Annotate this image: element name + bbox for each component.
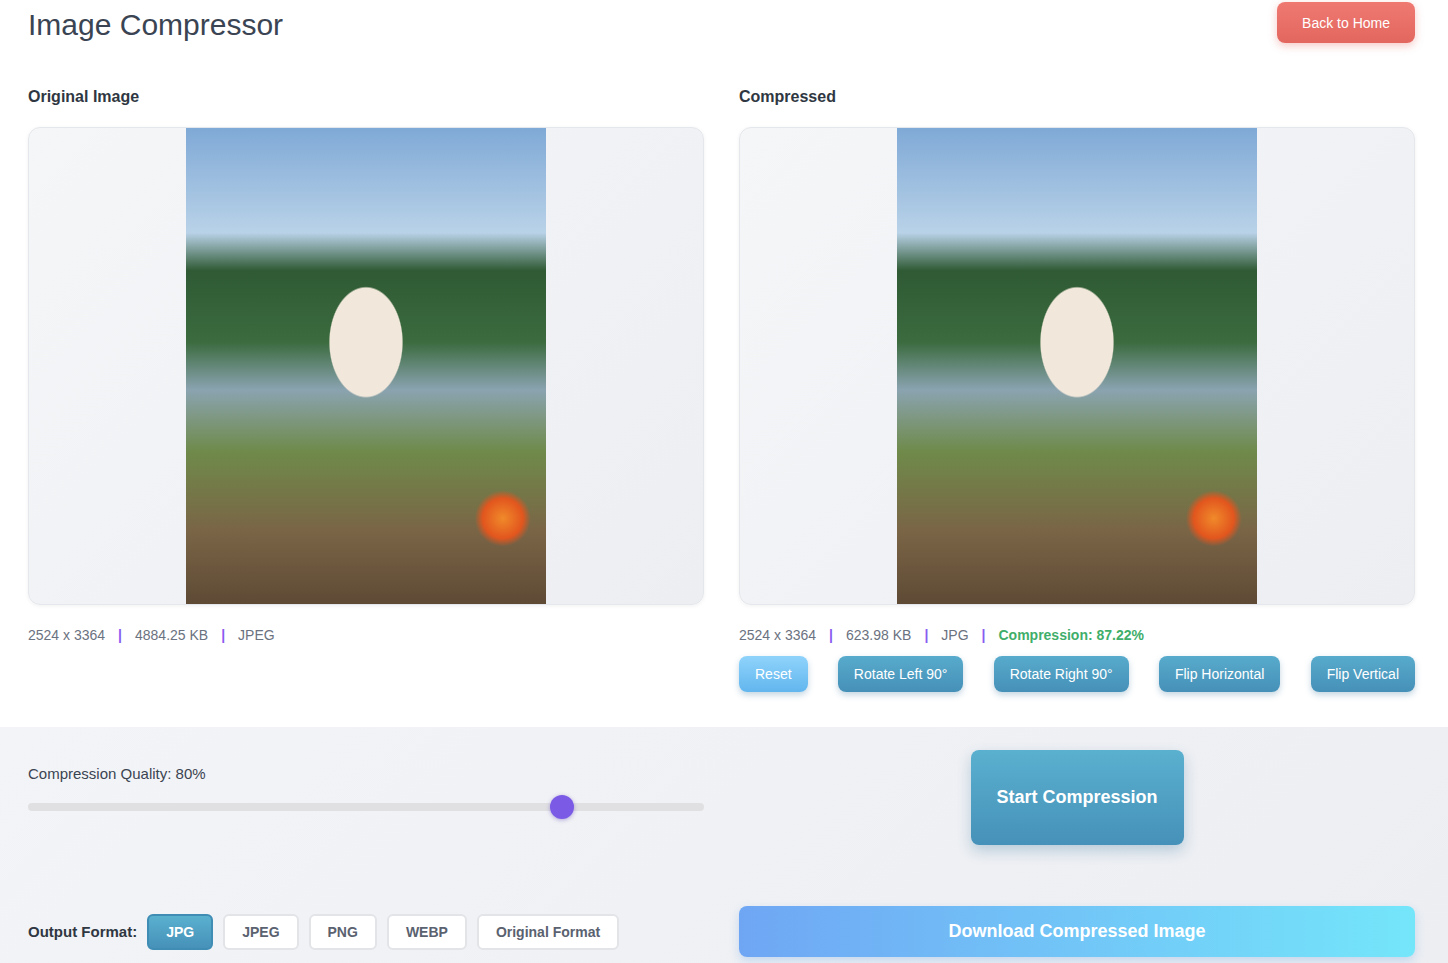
compressed-photo bbox=[897, 128, 1257, 604]
image-info: 2524 x 3364 | 623.98 KB | JPG | Compression: 8… bbox=[739, 625, 1415, 645]
info-text: 2524 x 3364 bbox=[739, 625, 816, 645]
transform-toolbar: Reset Rotate Left 90° Rotate Right 90° Flip… bbox=[739, 656, 1415, 692]
format-option[interactable]: WEBP bbox=[387, 914, 467, 950]
transform-button[interactable]: Flip Horizontal bbox=[1159, 656, 1280, 692]
format-option[interactable]: PNG bbox=[309, 914, 377, 950]
original-photo bbox=[186, 128, 546, 604]
separator: | bbox=[829, 625, 833, 645]
format-label: Output Format: bbox=[28, 923, 137, 940]
image-compressor-page: Image Compressor Back to Home Original Ima… bbox=[0, 0, 1448, 963]
quality-control: Compression Quality: 80% bbox=[28, 750, 704, 845]
preview-section: Image Compressor Back to Home Original Ima… bbox=[0, 0, 1448, 727]
transform-button[interactable]: Flip Vertical bbox=[1311, 656, 1415, 692]
image-info: 2524 x 3364 | 4884.25 KB | JPEG bbox=[28, 625, 704, 645]
separator: | bbox=[118, 625, 122, 645]
separator: | bbox=[221, 625, 225, 645]
section-label: Compressed bbox=[739, 86, 1415, 108]
image-panel bbox=[739, 127, 1415, 605]
header: Image Compressor Back to Home bbox=[28, 0, 1415, 48]
controls-grid: Compression Quality: 80% Start Compressio… bbox=[28, 750, 1415, 957]
quality-slider[interactable] bbox=[28, 803, 704, 811]
transform-button[interactable]: Reset bbox=[739, 656, 808, 692]
quality-label: Compression Quality: 80% bbox=[28, 764, 704, 784]
original-column: Original Image 2524 x 3364 | 4884.25 KB | JPE… bbox=[28, 48, 704, 692]
back-button[interactable]: Back to Home bbox=[1277, 2, 1415, 43]
info-text: 623.98 KB bbox=[846, 625, 911, 645]
download-button[interactable]: Download Compressed Image bbox=[739, 906, 1415, 957]
preview-columns: Original Image 2524 x 3364 | 4884.25 KB | JPE… bbox=[28, 48, 1415, 692]
format-option[interactable]: JPEG bbox=[223, 914, 298, 950]
image-panel bbox=[28, 127, 704, 605]
transform-button[interactable]: Rotate Right 90° bbox=[994, 656, 1129, 692]
page-title: Image Compressor bbox=[28, 7, 283, 43]
slider-thumb[interactable] bbox=[550, 795, 574, 819]
controls-section: Compression Quality: 80% Start Compressio… bbox=[0, 727, 1448, 963]
info-text: JPG bbox=[941, 625, 968, 645]
format-option[interactable]: Original Format bbox=[477, 914, 619, 950]
output-format: Output Format: JPG JPEG PNG WEBP Original For… bbox=[28, 906, 704, 957]
info-text: 4884.25 KB bbox=[135, 625, 208, 645]
start-compression-button[interactable]: Start Compression bbox=[971, 750, 1184, 845]
section-label: Original Image bbox=[28, 86, 704, 108]
transform-button[interactable]: Rotate Left 90° bbox=[838, 656, 964, 692]
start-cell: Start Compression bbox=[739, 750, 1415, 845]
format-option[interactable]: JPG bbox=[147, 914, 213, 950]
separator: | bbox=[924, 625, 928, 645]
info-text: 2524 x 3364 bbox=[28, 625, 105, 645]
info-text: JPEG bbox=[238, 625, 275, 645]
separator: | bbox=[982, 625, 986, 645]
compressed-column: Compressed 2524 x 3364 | 623.98 KB | JPG | Comp… bbox=[739, 48, 1415, 692]
compression-ratio: Compression: 87.22% bbox=[998, 625, 1144, 645]
